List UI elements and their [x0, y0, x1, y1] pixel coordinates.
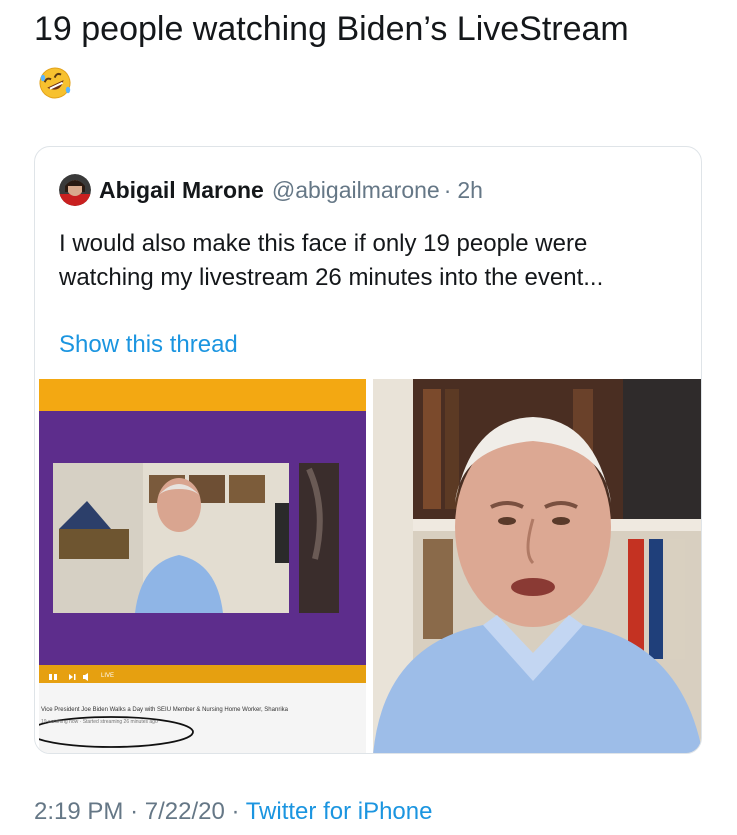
closeup-graphic [373, 379, 701, 753]
quoted-tweet-body: I would also make this face if only 19 p… [59, 230, 604, 291]
avatar[interactable] [59, 174, 91, 206]
media-grid: LIVE Vice President Joe Biden Walks a Da… [35, 379, 701, 753]
quoted-tweet-header: Abigail Marone @abigailmarone · 2h [59, 173, 483, 207]
tweet-timestamp[interactable]: 2:19 PM [34, 798, 123, 825]
livestream-screenshot-graphic [39, 379, 366, 753]
biden-closeup-image[interactable] [373, 379, 701, 753]
tweet-date[interactable]: 7/22/20 [145, 798, 225, 825]
quoted-tweet-card[interactable]: Abigail Marone @abigailmarone · 2h I wou… [34, 146, 702, 754]
author-name[interactable]: Abigail Marone [99, 177, 264, 204]
video-meta: 19 watching now · Started streaming 26 m… [41, 719, 158, 725]
tweet-text: 19 people watching Biden’s LiveStream [34, 10, 629, 48]
tweet-footer: 2:19 PM · 7/22/20 · Twitter for iPhone [34, 798, 432, 826]
video-caption: Vice President Joe Biden Walks a Day wit… [41, 707, 288, 713]
rolling-on-floor-laughing-emoji-icon [39, 67, 71, 99]
author-handle[interactable]: @abigailmarone [272, 177, 440, 204]
live-badge: LIVE [101, 673, 115, 679]
footer-separator: · [231, 798, 240, 825]
livestream-screenshot-image[interactable]: LIVE Vice President Joe Biden Walks a Da… [39, 379, 366, 753]
tweet-time[interactable]: 2h [457, 177, 483, 204]
source-link[interactable]: Twitter for iPhone [246, 798, 433, 825]
show-thread-link[interactable]: Show this thread [59, 331, 238, 359]
footer-separator: · [130, 798, 139, 825]
separator: · [443, 176, 452, 203]
